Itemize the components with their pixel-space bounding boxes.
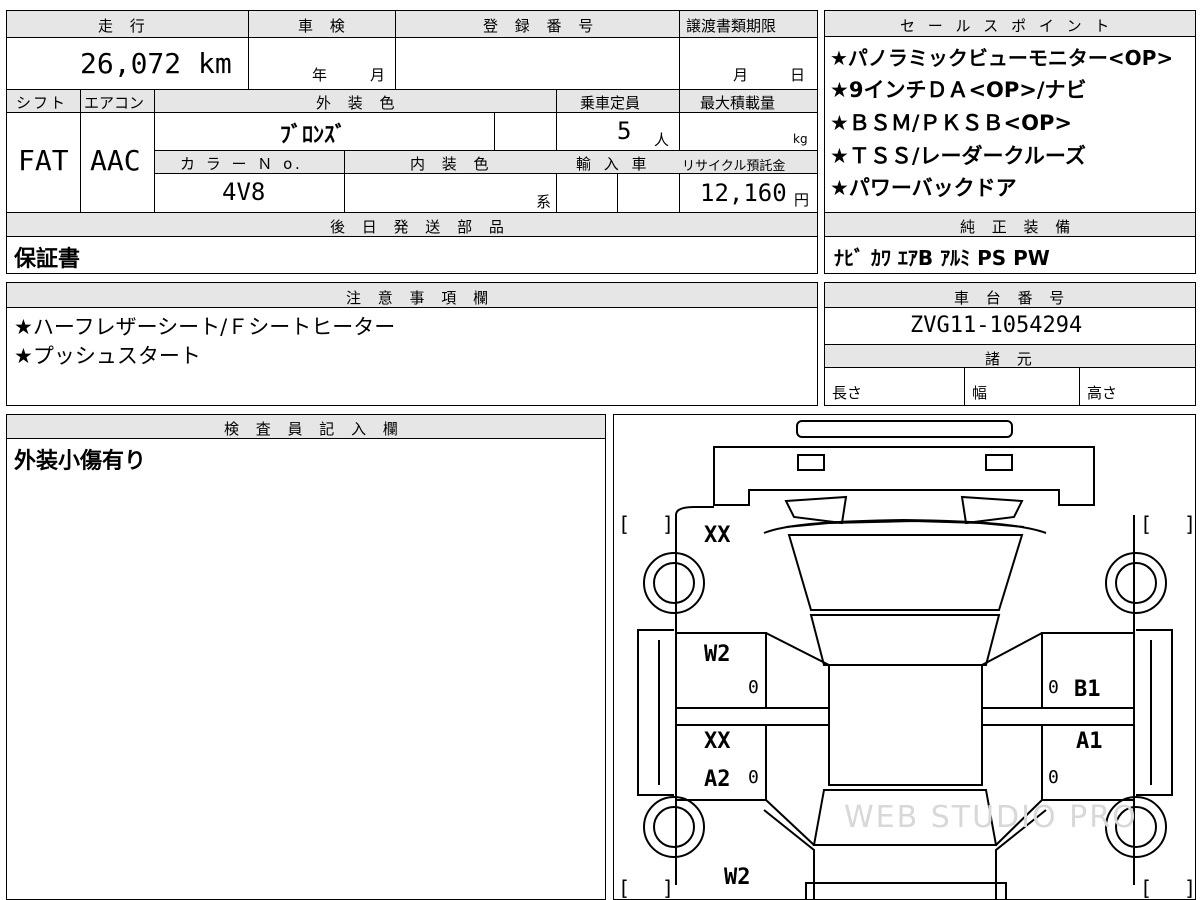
inspector-box [6,414,606,900]
import-label: 輸 入 車 [576,155,651,173]
notes-label: 注 意 事 項 欄 [346,289,495,307]
inspection-label: 車 検 [298,17,351,35]
chassis-label: 車 台 番 号 [954,289,1071,307]
length-label: 長さ [832,384,863,402]
recycle-unit: 円 [794,191,810,209]
mark-right-front-door: B1 [1074,677,1101,702]
mark-right-rear-zero: 0 [1048,767,1059,788]
mark-rear-left: W2 [724,865,751,890]
later-parts-value: 保証書 [14,247,81,272]
svg-text:[: [ [1140,876,1152,900]
recycle-value: 12,160 [700,179,787,207]
mileage-label: 走 行 [98,17,151,35]
mark-right-rear-top: A1 [1076,729,1103,754]
car-diagram-box: [] [] [] [] XX W2 0 0 B1 XX A1 A2 0 0 W2… [613,414,1196,900]
notes-line-2: ★プッシュスタート [14,344,201,368]
mark-left-rear-door: A2 [704,767,731,792]
sales-point-4: ★ＴＳＳ/レーダークルーズ [830,144,1086,168]
interior-suffix: 系 [536,193,552,211]
sales-point-2: ★9インチＤＡ<OP>/ナビ [830,78,1087,102]
interior-color-label: 内 装 色 [410,155,495,173]
load-unit: kg [793,132,808,146]
svg-text:]: ] [662,512,674,536]
sales-point-1: ★パノラミックビューモニター<OP> [830,46,1174,70]
sales-points-label: セ ー ル ス ポ イ ン ト [900,17,1114,35]
svg-text:[: [ [618,512,630,536]
exterior-color-value: ﾌﾞﾛﾝｽﾞ [280,123,347,148]
inspector-label: 検 査 員 記 入 欄 [224,420,404,438]
capacity-value: 5 [617,117,632,145]
month-unit: 月 [370,66,386,84]
inspector-text: 外装小傷有り [14,449,147,474]
mark-left-rear-top: XX [704,729,731,754]
mark-left-front-door: W2 [704,642,731,667]
chassis-value: ZVG11-1054294 [910,313,1083,338]
transfer-deadline-label: 譲渡書類期限 [686,17,777,35]
mileage-value: 26,072 km [80,47,232,80]
exterior-color-label: 外 装 色 [316,94,401,112]
height-label: 高さ [1087,384,1118,402]
svg-text:]: ] [1184,512,1196,536]
mark-left-rear-zero: 0 [748,767,759,788]
capacity-label: 乗車定員 [580,94,641,112]
aircon-label: エアコン [84,94,145,112]
watermark: WEB STUDIO PRO [844,800,1138,835]
svg-text:[: [ [618,876,630,900]
shift-value: FAT [18,144,69,177]
genuine-equipment-label: 純 正 装 備 [960,218,1077,236]
svg-text:[: [ [1140,512,1152,536]
width-label: 幅 [972,384,988,402]
capacity-unit: 人 [654,131,670,149]
aircon-value: AAC [90,144,141,177]
mark-left-front-zero: 0 [748,677,759,698]
notes-line-1: ★ハーフレザーシート/Ｆシートヒーター [14,315,396,339]
mark-front-left-door: XX [704,523,731,548]
deadline-month-unit: 月 [733,66,749,84]
sales-point-5: ★パワーバックドア [830,176,1017,200]
svg-text:]: ] [1184,876,1196,900]
svg-text:]: ] [662,876,674,900]
max-load-label: 最大積載量 [700,94,776,112]
recycle-label: リサイクル預託金 [682,159,786,174]
sales-point-3: ★ＢＳＭ/ＰＫＳＢ<OP> [830,111,1072,135]
registration-label: 登 録 番 号 [483,17,600,35]
year-unit: 年 [312,66,328,84]
deadline-day-unit: 日 [790,66,806,84]
genuine-equipment-value: ﾅﾋﾞ ｶﾜ ｴｱB ｱﾙﾐ PS PW [834,246,1050,270]
color-no-label: カ ラ ー Ｎ o. [180,155,303,173]
color-no-value: 4V8 [222,178,266,206]
mark-right-front-zero: 0 [1048,677,1059,698]
later-parts-label: 後 日 発 送 部 品 [330,218,510,236]
shift-label: シフト [16,94,68,112]
dimensions-label: 諸 元 [985,350,1038,368]
